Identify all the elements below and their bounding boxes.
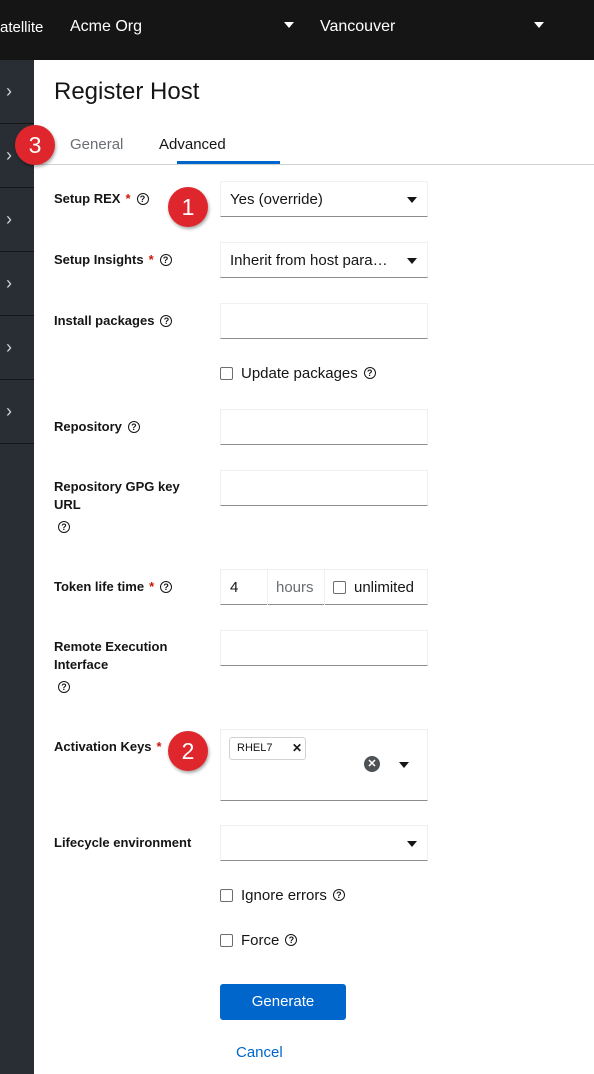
location-caret-icon[interactable] [534, 22, 544, 28]
help-icon[interactable]: ? [160, 580, 173, 593]
required-marker: * [148, 252, 154, 267]
ignore-errors-row: Ignore errors? [220, 887, 345, 904]
required-marker: * [125, 191, 131, 206]
masthead: atellite Acme Org Vancouver [0, 0, 594, 60]
chevron-right-icon: › [6, 273, 12, 293]
tab-advanced[interactable]: Advanced [159, 136, 226, 153]
chip-remove-icon[interactable]: ✕ [292, 741, 302, 755]
chevron-right-icon: › [6, 145, 12, 165]
generate-button[interactable]: Generate [220, 984, 346, 1020]
unlimited-checkbox[interactable] [333, 580, 346, 594]
help-icon[interactable]: ? [127, 420, 140, 433]
help-icon[interactable]: ? [285, 934, 298, 947]
caret-down-icon [407, 197, 417, 203]
callout-badge-3: 3 [15, 125, 55, 165]
tab-general[interactable]: General [70, 136, 123, 153]
activation-keys-label: Activation Keys * [54, 739, 162, 754]
activation-keys-select[interactable]: RHEL7 ✕ ✕ [220, 729, 428, 801]
brand-name: atellite [0, 19, 44, 36]
setup-insights-select[interactable]: Inherit from host parameter (yes) [220, 242, 428, 278]
setup-rex-select[interactable]: Yes (override) [220, 181, 428, 217]
activation-key-chip: RHEL7 ✕ [229, 737, 306, 760]
chevron-right-icon: › [6, 337, 12, 357]
lifecycle-environment-select[interactable] [220, 825, 428, 861]
tab-bar: General Advanced [34, 122, 594, 165]
lifecycle-environment-label: Lifecycle environment [54, 835, 192, 850]
sidebar-item-3[interactable]: › [0, 188, 34, 252]
chevron-right-icon: › [6, 81, 12, 101]
repository-gpg-label: Repository GPG key URL ? [54, 479, 180, 533]
page-title: Register Host [54, 78, 200, 105]
organization-caret-icon[interactable] [284, 22, 294, 28]
help-icon[interactable]: ? [58, 520, 70, 533]
required-marker: * [149, 579, 155, 594]
required-marker: * [156, 739, 162, 754]
token-life-time-input[interactable]: 4 [230, 579, 238, 596]
sidebar: › › › › › › [0, 60, 34, 1074]
setup-insights-value: Inherit from host parameter (yes) [230, 252, 400, 269]
setup-rex-label: Setup REX *? [54, 190, 149, 208]
clear-all-icon[interactable]: ✕ [364, 756, 380, 772]
sidebar-item-5[interactable]: › [0, 316, 34, 380]
force-label: Force [241, 932, 280, 949]
token-unit-label: hours [276, 579, 314, 596]
unlimited-label: unlimited [354, 579, 415, 596]
help-icon[interactable]: ? [136, 192, 149, 205]
callout-badge-2: 2 [168, 731, 208, 771]
token-life-time-group: 4 hours unlimited [220, 569, 428, 605]
sidebar-item-1[interactable]: › [0, 60, 34, 124]
update-packages-label: Update packages [241, 365, 358, 382]
install-packages-input[interactable] [220, 303, 428, 339]
chevron-right-icon: › [6, 401, 12, 421]
force-row: Force? [220, 932, 298, 949]
active-tab-indicator [177, 161, 280, 164]
help-icon[interactable]: ? [159, 253, 172, 266]
help-icon[interactable]: ? [58, 680, 70, 693]
caret-down-icon[interactable] [399, 762, 409, 768]
force-checkbox[interactable] [220, 933, 233, 947]
organization-selector-label[interactable]: Acme Org [70, 18, 142, 36]
location-selector-label[interactable]: Vancouver [320, 18, 395, 36]
help-icon[interactable]: ? [363, 367, 376, 380]
caret-down-icon [407, 841, 417, 847]
setup-rex-value: Yes (override) [230, 191, 323, 208]
sidebar-item-4[interactable]: › [0, 252, 34, 316]
help-icon[interactable]: ? [160, 314, 173, 327]
chevron-right-icon: › [6, 209, 12, 229]
ignore-errors-label: Ignore errors [241, 887, 327, 904]
sidebar-item-6[interactable]: › [0, 380, 34, 444]
help-icon[interactable]: ? [332, 889, 345, 902]
remote-execution-interface-label: Remote Execution Interface ? [54, 639, 168, 693]
token-life-time-label: Token life time *? [54, 578, 173, 596]
remote-execution-interface-input[interactable] [220, 630, 428, 666]
caret-down-icon [407, 258, 417, 264]
repository-label: Repository? [54, 418, 140, 436]
repository-gpg-input[interactable] [220, 470, 428, 506]
cancel-button[interactable]: Cancel [236, 1044, 283, 1061]
update-packages-checkbox[interactable] [220, 366, 233, 380]
callout-badge-1: 1 [168, 187, 208, 227]
install-packages-label: Install packages? [54, 312, 173, 330]
update-packages-row: Update packages? [220, 365, 376, 382]
repository-input[interactable] [220, 409, 428, 445]
ignore-errors-checkbox[interactable] [220, 888, 233, 902]
setup-insights-label: Setup Insights *? [54, 251, 172, 269]
